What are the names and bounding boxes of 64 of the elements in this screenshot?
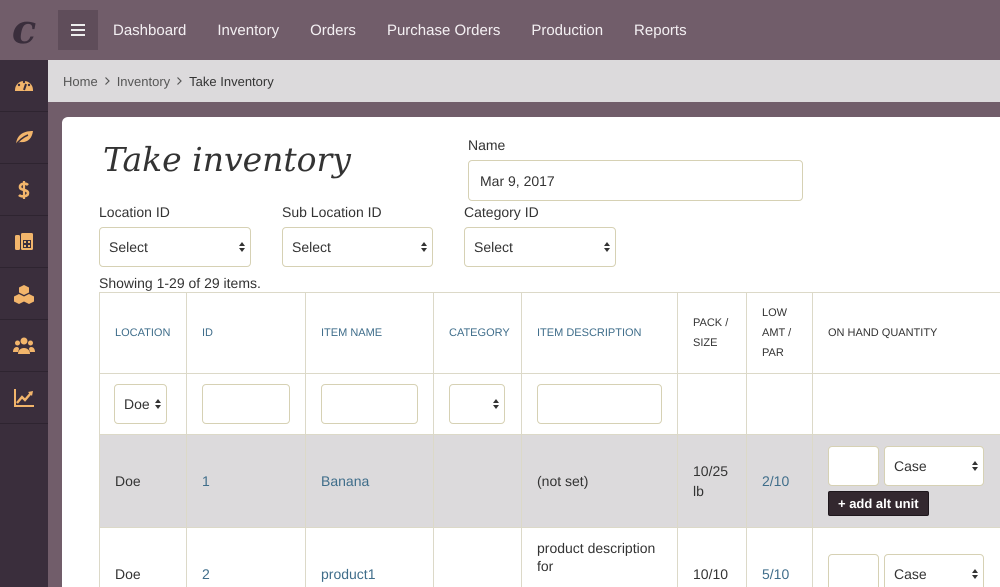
- breadcrumb-link[interactable]: Home: [63, 74, 98, 88]
- table-cell[interactable]: product1: [321, 566, 376, 582]
- fax-icon: [13, 230, 35, 252]
- table-cell: Doe: [115, 566, 141, 582]
- column-header[interactable]: ITEM DESCRIPTION: [522, 292, 678, 374]
- menu-icon: [71, 24, 85, 36]
- filter-field[interactable]: [202, 384, 290, 424]
- chevron-icon: [104, 77, 110, 85]
- table-cell[interactable]: 5/10: [762, 566, 790, 582]
- nav-link[interactable]: Purchase Orders: [386, 22, 500, 38]
- column-header: LOW AMT / PAR: [746, 292, 812, 374]
- updown-caret-icon: [239, 242, 245, 252]
- updown-caret-icon: [972, 461, 978, 471]
- updown-caret-icon: [493, 399, 499, 409]
- nav-link[interactable]: Reports: [634, 22, 687, 38]
- field-label: Name: [468, 137, 506, 153]
- quantity-field[interactable]: [828, 554, 879, 587]
- menu-button[interactable]: [58, 10, 98, 50]
- updown-caret-icon: [972, 569, 978, 579]
- table-cell[interactable]: 2/10: [762, 473, 790, 489]
- select-field[interactable]: Select: [99, 227, 251, 267]
- nav-link[interactable]: Orders: [310, 22, 356, 38]
- table-cell[interactable]: Banana: [321, 473, 370, 489]
- filter-field[interactable]: [537, 384, 662, 424]
- breadcrumb-current: Take Inventory: [189, 74, 274, 88]
- column-header: ON HAND QUANTITY: [812, 292, 1000, 374]
- chevron-icon: [177, 77, 182, 85]
- table-cell[interactable]: 1: [202, 473, 210, 489]
- select-field[interactable]: Case: [884, 554, 984, 587]
- quantity-field[interactable]: [828, 446, 879, 486]
- select-field[interactable]: Doe: [114, 384, 167, 424]
- table-cell: 10/25 lb: [693, 463, 728, 499]
- table-cell[interactable]: 2: [202, 566, 210, 582]
- nav-link[interactable]: Production: [531, 22, 604, 38]
- users-icon: [13, 334, 35, 356]
- nav-link[interactable]: Dashboard: [113, 22, 186, 38]
- table-cell: 10/10: [693, 566, 728, 582]
- name-field[interactable]: Mar 9, 2017: [468, 160, 803, 201]
- select-field[interactable]: Select: [282, 227, 433, 267]
- select-field[interactable]: Case: [884, 446, 984, 486]
- updown-caret-icon: [155, 399, 161, 409]
- nav-link[interactable]: Inventory: [217, 22, 280, 38]
- cubes-icon: [13, 282, 35, 304]
- updown-caret-icon: [604, 242, 610, 252]
- updown-caret-icon: [421, 242, 427, 252]
- filter-field[interactable]: [321, 384, 418, 424]
- column-header[interactable]: ITEM NAME: [306, 292, 434, 374]
- page-title: Take inventory: [102, 139, 352, 181]
- table-cell: product description for: [537, 540, 656, 574]
- breadcrumb-link[interactable]: Inventory: [116, 74, 170, 88]
- field-label: Sub Location ID: [282, 204, 383, 220]
- table-cell: (not set): [537, 473, 588, 489]
- column-header[interactable]: CATEGORY: [434, 292, 522, 374]
- field-label: Category ID: [464, 204, 540, 220]
- add-unit-button[interactable]: + add alt unit: [828, 491, 929, 516]
- select-field[interactable]: Select: [464, 227, 616, 267]
- line-chart-icon: [13, 386, 35, 408]
- summary-text: Showing 1-29 of 29 items.: [99, 275, 262, 291]
- table-cell: Doe: [115, 473, 141, 489]
- column-header[interactable]: ID: [186, 292, 306, 374]
- field-label: Location ID: [99, 204, 171, 220]
- select-field[interactable]: [449, 384, 505, 424]
- column-header: PACK / SIZE: [678, 292, 746, 374]
- column-header[interactable]: LOCATION: [100, 292, 186, 374]
